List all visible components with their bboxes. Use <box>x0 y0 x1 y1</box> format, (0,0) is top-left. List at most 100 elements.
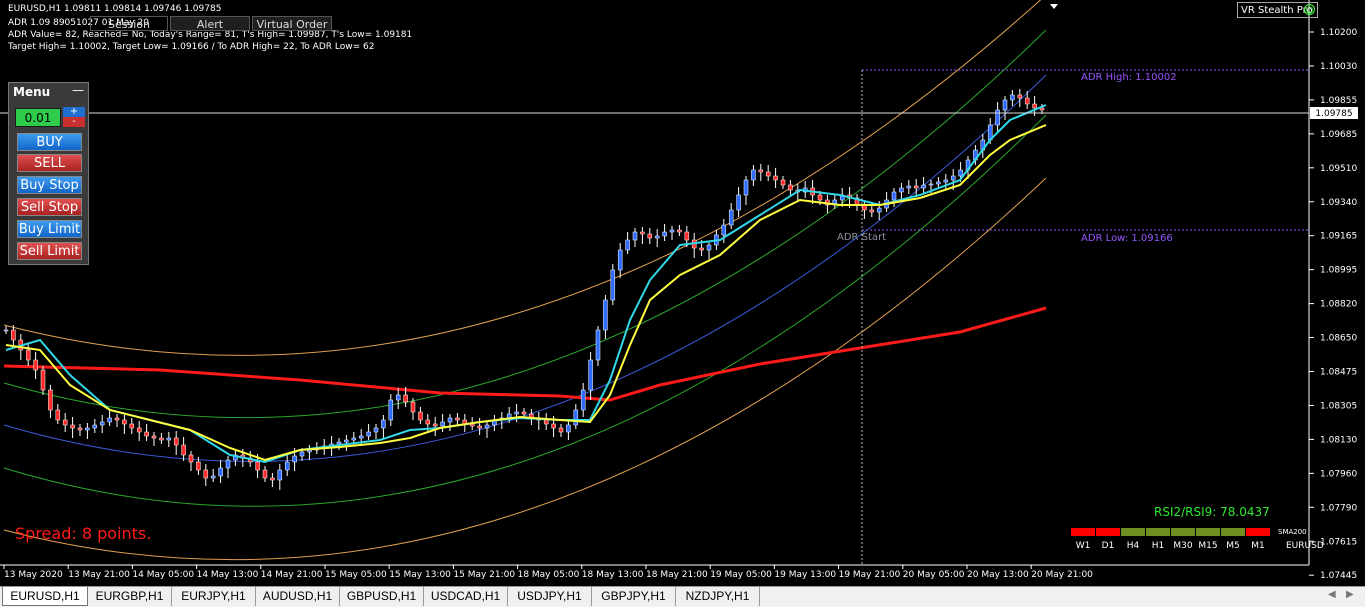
price-tick-label: 1.09510 <box>1320 164 1357 174</box>
trend-label: M15 <box>1198 541 1217 551</box>
candle-body <box>751 169 756 181</box>
candle-body <box>869 209 875 213</box>
candle-body <box>876 207 882 213</box>
candle-body <box>743 179 749 196</box>
candle-body <box>62 419 68 426</box>
alert-tab[interactable]: Alert <box>170 16 250 31</box>
candle-body <box>677 229 682 233</box>
tab-audusd-h1[interactable]: AUDUSD,H1 <box>256 587 340 606</box>
time-tick-label: 18 May 13:00 <box>582 570 644 580</box>
candle-body <box>662 231 667 237</box>
candle-body <box>595 329 601 361</box>
candle-body <box>817 194 823 201</box>
tab-scroll-left-icon[interactable]: ◀ <box>1328 589 1336 600</box>
candle-body <box>336 441 342 445</box>
candle-body <box>765 171 771 177</box>
buy-button[interactable]: BUY <box>17 133 82 151</box>
time-tick-label: 20 May 05:00 <box>903 570 965 580</box>
tab-gbpusd-h1[interactable]: GBPUSD,H1 <box>340 587 424 606</box>
price-chart[interactable]: 1.10200 1.10030 1.09855 1.09685 1.09510 1.093… <box>0 0 1365 586</box>
price-tick-label: 1.09855 <box>1320 96 1357 106</box>
sell-stop-button[interactable]: Sell Stop <box>17 198 82 216</box>
lot-size-field[interactable]: 0.01 <box>15 108 61 127</box>
candle-body <box>669 229 675 233</box>
tab-eurusd-h1[interactable]: EURUSD,H1 <box>2 587 88 606</box>
candle-body <box>33 359 38 371</box>
candle-body <box>928 183 934 186</box>
candle-body <box>899 187 904 193</box>
trend-label: D1 <box>1102 541 1115 551</box>
minimize-icon[interactable]: — <box>72 83 84 97</box>
candle-body <box>447 417 453 423</box>
adr-high-label: ADR High: 1.10002 <box>1081 72 1177 83</box>
candle-body <box>958 169 963 177</box>
vr-stealth-pro-panel[interactable]: VR Stealth Pro ☺ <box>1237 2 1318 18</box>
candle-body <box>654 235 660 239</box>
candle-body <box>477 425 482 429</box>
candle-body <box>410 401 416 413</box>
price-tick-label: 1.08650 <box>1320 334 1357 344</box>
sell-limit-button[interactable]: Sell Limit <box>17 242 82 260</box>
channel-upper-inner <box>3 29 1047 419</box>
candle-body <box>514 411 519 415</box>
tab-gbpjpy-h1[interactable]: GBPJPY,H1 <box>592 587 676 606</box>
buy-limit-button[interactable]: Buy Limit <box>17 220 82 238</box>
time-tick-label: 20 May 13:00 <box>967 570 1029 580</box>
candle-body <box>913 185 919 189</box>
candle-body <box>950 175 956 181</box>
candle-body <box>484 424 490 429</box>
candle-body <box>610 269 616 301</box>
price-tick-label: 1.09165 <box>1320 232 1357 242</box>
virtual-order-tab[interactable]: Virtual Order <box>252 16 332 31</box>
tab-usdjpy-h1[interactable]: USDJPY,H1 <box>508 587 592 606</box>
trend-cell <box>1246 528 1270 536</box>
candle-body <box>381 419 386 429</box>
candle-body <box>210 475 216 479</box>
candle-body <box>551 423 556 429</box>
tab-scroll-right-icon[interactable]: ▶ <box>1346 589 1354 600</box>
candle-body <box>166 437 172 441</box>
tab-nzdjpy-h1[interactable]: NZDJPY,H1 <box>676 587 760 606</box>
candle-body <box>373 427 379 433</box>
channel-middle <box>3 74 1047 462</box>
price-tick-label: 1.10030 <box>1320 62 1357 72</box>
time-tick-label: 18 May 05:00 <box>518 570 580 580</box>
candle-body <box>640 231 645 235</box>
tab-eurjpy-h1[interactable]: EURJPY,H1 <box>172 587 256 606</box>
candle-body <box>388 399 394 421</box>
vr-stealth-label: VR Stealth Pro <box>1241 5 1313 16</box>
candle-body <box>617 249 623 271</box>
matrix-symbol-label: EURUSD <box>1286 541 1324 551</box>
trend-cell <box>1221 528 1245 536</box>
trend-label: W1 <box>1076 541 1091 551</box>
time-tick-label: 19 May 21:00 <box>839 570 901 580</box>
adr-low-label: ADR Low: 1.09166 <box>1081 233 1173 244</box>
lot-decrease-button[interactable]: - <box>63 117 85 127</box>
candle-body <box>906 185 912 189</box>
candle-body <box>122 419 127 425</box>
time-tick-label: 20 May 21:00 <box>1031 570 1093 580</box>
session-tab[interactable]: Session <box>90 16 168 31</box>
candle-body <box>647 233 653 239</box>
trade-menu-panel: Menu — 0.01 + - BUY SELL Buy Stop Sell S… <box>8 82 89 265</box>
sell-button[interactable]: SELL <box>17 154 82 172</box>
candle-body <box>255 461 260 471</box>
candle-body <box>921 184 926 189</box>
candle-body <box>706 244 712 251</box>
tab-usdcad-h1[interactable]: USDCAD,H1 <box>424 587 508 606</box>
time-tick-label: 14 May 21:00 <box>261 570 323 580</box>
rsi-label: RSI2/RSI9: 78.0437 <box>1154 505 1270 519</box>
trend-cell <box>1171 528 1195 536</box>
trend-cell <box>1196 528 1220 536</box>
candle-body <box>25 349 31 361</box>
chart-symbol-info: EURUSD,H1 1.09811 1.09814 1.09746 1.0978… <box>8 4 222 14</box>
menu-title: Menu <box>13 85 51 99</box>
time-tick-label: 13 May 2020 <box>4 570 63 580</box>
tab-eurgbp-h1[interactable]: EURGBP,H1 <box>88 587 172 606</box>
buy-stop-button[interactable]: Buy Stop <box>17 176 82 194</box>
candle-body <box>366 431 371 437</box>
candle-body <box>455 417 460 421</box>
candle-body <box>625 239 630 251</box>
candle-body <box>773 175 778 181</box>
candle-body <box>188 454 194 463</box>
